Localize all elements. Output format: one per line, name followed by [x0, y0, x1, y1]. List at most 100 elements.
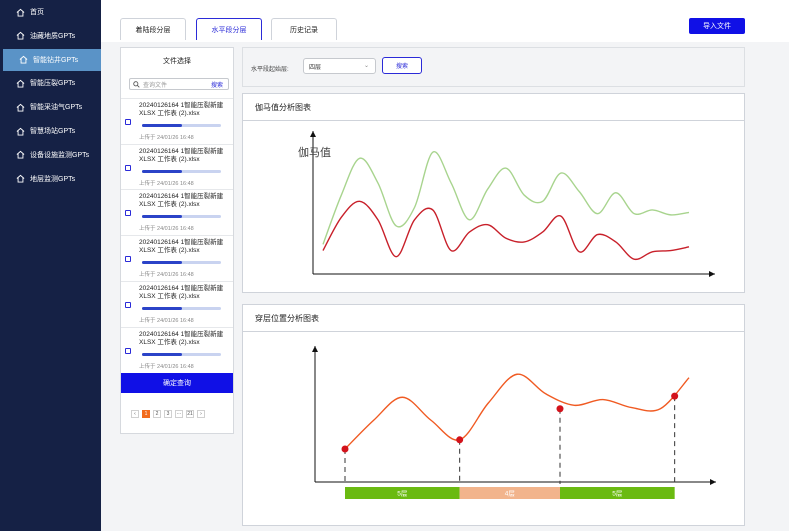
filter-search-button[interactable]: 搜索 [382, 57, 422, 74]
start-layer-value: 四层 [309, 64, 322, 71]
upload-progress-bar [142, 215, 221, 219]
gamma-chart-title: 伽马值分析图表 [243, 94, 744, 121]
series-line-0 [344, 373, 690, 450]
page-button[interactable]: › [197, 410, 205, 418]
upload-time: 上传于 24/01/26 16:48 [139, 135, 194, 141]
upload-time: 上传于 24/01/26 16:48 [139, 226, 194, 233]
file-panel: 文件选择 查询文件 搜索 20240126164 1智能压裂新建 XLSX 工作… [120, 47, 234, 434]
file-search-button[interactable]: 搜索 [211, 80, 223, 89]
file-name: 20240126164 1智能压裂新建 XLSX 工作表 (2).xlsx [139, 147, 224, 163]
crossing-point [341, 445, 349, 453]
layer-band-label: 4层 [505, 490, 516, 498]
upload-progress-bar [142, 306, 221, 310]
page-button[interactable]: 3 [164, 410, 172, 418]
page-button[interactable]: 2 [153, 410, 161, 418]
import-file-button[interactable]: 导入文件 [689, 18, 745, 34]
main-area: 着陆段分层 水平段分层 历史记录 导入文件 文件选择 查询文件 搜索 20240… [101, 0, 789, 531]
search-icon [133, 80, 140, 88]
list-item[interactable]: 20240126164 1智能压裂新建 XLSX 工作表 (2).xlsx 上传于… [121, 143, 233, 190]
sidebar-item[interactable]: 设备设施监测GPTs [0, 144, 101, 166]
tab-bar: 着陆段分层 水平段分层 历史记录 导入文件 [101, 0, 789, 42]
list-item[interactable]: 20240126164 1智能压裂新建 XLSX 工作表 (2).xlsx 上传于… [121, 235, 233, 281]
start-layer-label: 水平段起始层: [251, 67, 289, 73]
confirm-query-button[interactable]: 确定查询 [121, 373, 233, 393]
file-checkbox[interactable] [125, 347, 131, 354]
home-icon [16, 151, 25, 159]
file-name: 20240126164 1智能压裂新建 XLSX 工作表 (2).xlsx [139, 193, 224, 209]
list-item[interactable]: 20240126164 1智能压裂新建 XLSX 工作表 (2).xlsx 上传于… [121, 98, 233, 144]
progress-fill [142, 215, 182, 219]
page-button[interactable]: ··· [175, 410, 183, 418]
home-icon [16, 8, 25, 17]
layer-chart-title: 穿层位置分析图表 [243, 305, 744, 332]
layer-chart: 5层 4层 5层 [312, 346, 716, 499]
upload-progress-bar [142, 261, 221, 265]
page-button[interactable]: 1 [142, 410, 150, 418]
home-icon [19, 55, 28, 64]
list-item[interactable]: 20240126164 1智能压裂新建 XLSX 工作表 (2).xlsx 上传于… [121, 326, 233, 373]
layer-chart-panel: 穿层位置分析图表 5层 4层 5层 [242, 304, 745, 526]
home-icon [16, 32, 25, 40]
layer-band-label: 5层 [612, 490, 623, 498]
file-checkbox[interactable] [125, 119, 131, 125]
file-name: 20240126164 1智能压裂新建 XLSX 工作表 (2).xlsx [139, 330, 224, 346]
list-item[interactable]: 20240126164 1智能压裂新建 XLSX 工作表 (2).xlsx 上传于… [121, 280, 233, 327]
upload-progress-bar [142, 169, 221, 173]
search-placeholder: 查询文件 [143, 82, 168, 89]
home-icon [16, 103, 25, 112]
page-button[interactable]: ‹ [131, 410, 139, 418]
tab-landing-layering[interactable]: 着陆段分层 [120, 18, 186, 40]
progress-fill [142, 124, 182, 127]
sidebar-item-label: 首页 [30, 9, 44, 16]
sidebar-item-label: 智能压裂GPTs [30, 80, 76, 88]
sidebar-item[interactable]: 智能压裂GPTs [0, 72, 101, 94]
layer-band-label: 5层 [397, 490, 408, 498]
gamma-chart-panel: 伽马值分析图表 伽马值 [242, 93, 745, 293]
sidebar-item-label: 智能采油气GPTs [30, 104, 83, 112]
file-search-input[interactable]: 查询文件 搜索 [129, 78, 229, 90]
file-name: 20240126164 1智能压裂新建 XLSX 工作表 (2).xlsx [139, 284, 224, 300]
crossing-point [671, 392, 679, 400]
file-name: 20240126164 1智能压裂新建 XLSX 工作表 (2).xlsx [139, 102, 224, 117]
tab-history[interactable]: 历史记录 [271, 18, 337, 40]
start-layer-select[interactable]: 四层 ⌄ [303, 58, 376, 74]
upload-time: 上传于 24/01/26 16:48 [139, 317, 194, 324]
progress-fill [142, 261, 182, 265]
file-checkbox[interactable] [125, 301, 131, 308]
file-name: 20240126164 1智能压裂新建 XLSX 工作表 (2).xlsx [139, 239, 224, 255]
home-icon [16, 127, 25, 136]
progress-fill [142, 306, 182, 310]
tab-horizontal-layering[interactable]: 水平段分层 [196, 18, 262, 40]
sidebar-item-label: 智慧场站GPTs [30, 128, 76, 135]
y-axis-arrow [312, 346, 318, 352]
x-axis-arrow [709, 271, 715, 277]
file-checkbox[interactable] [125, 256, 131, 263]
sidebar-item-label: 设备设施监测GPTs [30, 151, 90, 159]
sidebar-item[interactable]: 油藏地质GPTs [0, 25, 101, 47]
sidebar-item-label: 油藏地质GPTs [30, 32, 76, 40]
sidebar-item[interactable]: 地层监测GPTs [0, 168, 101, 190]
gamma-annotation: 伽马值 [298, 145, 331, 159]
filter-bar: 水平段起始层: 四层 ⌄ 搜索 [242, 47, 745, 87]
home-icon [16, 79, 25, 88]
sidebar-item[interactable]: 智能钻井GPTs [3, 48, 101, 71]
upload-progress-bar [142, 124, 221, 127]
sidebar-item[interactable]: 首页 [0, 1, 101, 23]
sidebar-item[interactable]: 智能采油气GPTs [0, 96, 101, 118]
sidebar: 首页油藏地质GPTs 智能钻井GPTs 智能压裂GPTs 智能采油气GPTs 智慧场站G… [0, 0, 101, 531]
file-checkbox[interactable] [125, 164, 131, 171]
sidebar-item-label: 智能钻井GPTs [33, 56, 79, 64]
upload-time: 上传于 24/01/26 16:48 [139, 363, 194, 370]
crossing-point [456, 436, 464, 444]
file-checkbox[interactable] [125, 210, 131, 217]
sidebar-item[interactable]: 智慧场站GPTs [0, 120, 101, 142]
y-axis-arrow [310, 131, 316, 137]
list-item[interactable]: 20240126164 1智能压裂新建 XLSX 工作表 (2).xlsx 上传于… [121, 189, 233, 235]
progress-fill [142, 169, 182, 173]
sidebar-item-label: 地层监测GPTs [30, 175, 76, 183]
progress-fill [142, 352, 182, 356]
page-button[interactable]: 21 [186, 410, 194, 418]
upload-time: 上传于 24/01/26 16:48 [139, 180, 194, 187]
file-panel-title: 文件选择 [163, 58, 191, 65]
upload-time: 上传于 24/01/26 16:48 [139, 272, 194, 279]
